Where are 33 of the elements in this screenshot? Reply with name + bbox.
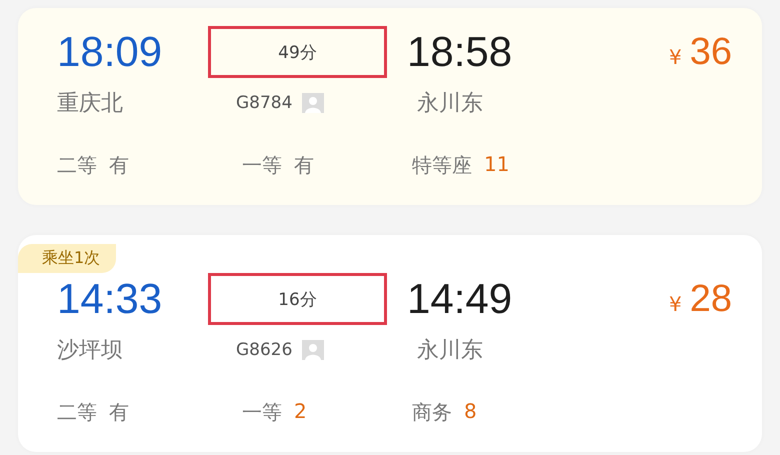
person-icon (302, 93, 324, 113)
departure-time: 18:09 (57, 27, 164, 77)
currency-symbol: ¥ (668, 44, 682, 68)
duration-text: 16分 (278, 288, 317, 310)
seat-class: 一等 (242, 399, 282, 426)
trip-card[interactable]: 18:09 49分 18:58 ¥ 36 重庆北 G8784 永川东 二等 有 一等 有 特等座 11 (18, 8, 762, 205)
seat-availability: 有 (109, 152, 129, 179)
departure-time: 14:33 (57, 274, 164, 324)
seat-class: 二等 (57, 152, 97, 179)
train-number: G8626 (236, 340, 292, 360)
seat-class: 特等座 (412, 152, 472, 179)
ride-count-badge: 乘坐1次 (18, 244, 116, 273)
seat-availability: 2 (294, 399, 307, 425)
duration-text: 49分 (278, 42, 317, 64)
departure-station: 沙坪坝 (57, 337, 124, 365)
seat-availability: 有 (294, 152, 314, 179)
arrival-time: 18:58 (406, 27, 514, 77)
seat-availability: 8 (464, 399, 477, 425)
arrival-time: 14:49 (406, 274, 514, 324)
seat-class: 一等 (242, 152, 282, 179)
price-text: 28 (690, 278, 732, 320)
seat-class: 商务 (412, 399, 452, 426)
arrival-station: 永川东 (416, 337, 484, 365)
arrival-station: 永川东 (416, 90, 484, 118)
trip-card[interactable]: 乘坐1次 14:33 16分 14:49 ¥ 28 沙坪坝 G8626 永川东 二等 有 一等 2 商务 8 (18, 235, 762, 452)
price-text: 36 (690, 30, 732, 74)
seat-availability: 有 (109, 399, 129, 426)
train-number: G8784 (236, 93, 292, 113)
departure-station: 重庆北 (57, 90, 124, 118)
currency-symbol: ¥ (668, 292, 682, 316)
person-icon (302, 340, 324, 360)
seat-availability: 11 (484, 152, 510, 178)
seat-class: 二等 (57, 399, 97, 426)
